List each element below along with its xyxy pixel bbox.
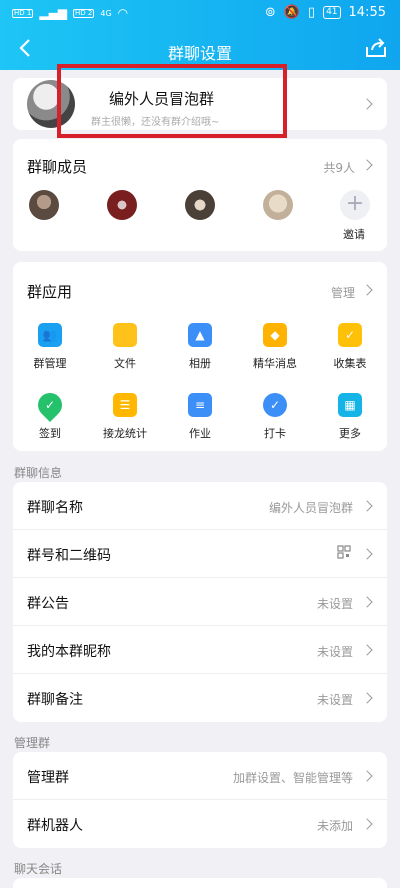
- member-avatar[interactable]: [29, 190, 59, 220]
- apps-card: 群应用 管理 👥 群管理 文件 ▲ 相册 ◆ 精华消息 ✓ 收集表 ✓ 签到 ☰…: [13, 262, 387, 451]
- chevron-right-icon: [361, 644, 373, 656]
- share-icon[interactable]: [364, 36, 388, 60]
- sim2-badge: HD 2: [73, 8, 95, 18]
- manage-card: 管理群 加群设置、智能管理等 群机器人 未添加: [13, 752, 387, 848]
- app-album[interactable]: ▲ 相册: [170, 323, 230, 371]
- row-group-qrcode[interactable]: 群号和二维码: [13, 530, 387, 578]
- app-relay[interactable]: ☰ 接龙统计: [95, 393, 155, 441]
- row-manage-group[interactable]: 管理群 加群设置、智能管理等: [13, 752, 387, 800]
- page-title: 群聊设置: [167, 44, 232, 63]
- info-card: 群聊名称 编外人员冒泡群 群号和二维码 群公告 未设置 我的本群昵称 未设置 群…: [13, 482, 387, 722]
- nav-bar: 群聊设置: [0, 36, 400, 64]
- chevron-right-icon: [361, 596, 373, 608]
- apps-title: 群应用: [27, 283, 73, 301]
- chevron-right-icon: [361, 284, 373, 296]
- signal-icon: ▂▄▆: [39, 6, 68, 20]
- section-label-chat: 聊天会话: [14, 862, 63, 876]
- group-manage-icon: 👥: [38, 323, 62, 347]
- row-my-nickname[interactable]: 我的本群昵称 未设置: [13, 626, 387, 674]
- section-label-info: 群聊信息: [14, 466, 63, 480]
- folder-icon: [113, 323, 137, 347]
- row-group-robot[interactable]: 群机器人 未添加: [13, 800, 387, 848]
- sim1-badge: HD 1: [12, 8, 34, 18]
- chevron-right-icon: [361, 770, 373, 782]
- network-type: 4G: [100, 8, 112, 18]
- status-bar: HD 1 ▂▄▆ HD 2 4G ◠ ⊚ 🔕 ▯ 41 14:55: [0, 0, 400, 28]
- chevron-right-icon: [361, 548, 373, 560]
- invite-plus-icon[interactable]: +: [340, 190, 370, 220]
- apps-manage-link[interactable]: 管理: [331, 284, 355, 301]
- member-count: 共9人: [323, 161, 355, 175]
- chevron-right-icon: [361, 98, 373, 110]
- member-avatar[interactable]: [185, 190, 215, 220]
- nfc-icon: ⊚: [264, 5, 276, 20]
- app-files[interactable]: 文件: [95, 323, 155, 371]
- app-header: HD 1 ▂▄▆ HD 2 4G ◠ ⊚ 🔕 ▯ 41 14:55 群聊设置: [0, 0, 400, 70]
- qrcode-icon: [337, 545, 351, 559]
- app-form[interactable]: ✓ 收集表: [320, 323, 380, 371]
- member-avatar[interactable]: [263, 190, 293, 220]
- app-more[interactable]: ▦ 更多: [320, 393, 380, 441]
- row-announcement[interactable]: 群公告 未设置: [13, 578, 387, 626]
- app-clockin[interactable]: ✓ 打卡: [245, 393, 305, 441]
- chevron-right-icon: [361, 692, 373, 704]
- mute-icon: 🔕: [283, 5, 300, 20]
- more-icon: ▦: [338, 393, 362, 417]
- member-avatar[interactable]: [107, 190, 137, 220]
- list-icon: ☰: [113, 393, 137, 417]
- vibrate-icon: ▯: [307, 5, 316, 20]
- invite-label[interactable]: 邀请: [343, 226, 365, 242]
- checkin-icon: ✓: [33, 388, 67, 422]
- essence-icon: ◆: [263, 323, 287, 347]
- members-title: 群聊成员: [27, 158, 88, 176]
- chevron-right-icon: [361, 818, 373, 830]
- app-homework[interactable]: ≡ 作业: [170, 393, 230, 441]
- battery-level: 41: [323, 6, 341, 19]
- chevron-right-icon: [361, 500, 373, 512]
- clock-in-icon: ✓: [263, 393, 287, 417]
- wifi-icon: ◠: [117, 6, 129, 20]
- chevron-right-icon: [361, 159, 373, 171]
- app-checkin[interactable]: ✓ 签到: [20, 388, 80, 441]
- app-group-manage[interactable]: 👥 群管理: [20, 323, 80, 371]
- row-group-name[interactable]: 群聊名称 编外人员冒泡群: [13, 482, 387, 530]
- highlight-box: [57, 64, 287, 138]
- chat-card: [13, 878, 387, 888]
- row-group-remark[interactable]: 群聊备注 未设置: [13, 674, 387, 722]
- members-card[interactable]: 群聊成员 共9人 + 邀请: [13, 139, 387, 251]
- section-label-manage: 管理群: [14, 736, 51, 750]
- homework-icon: ≡: [188, 393, 212, 417]
- form-icon: ✓: [338, 323, 362, 347]
- app-essence[interactable]: ◆ 精华消息: [245, 323, 305, 371]
- clock: 14:55: [348, 5, 386, 20]
- photo-icon: ▲: [188, 323, 212, 347]
